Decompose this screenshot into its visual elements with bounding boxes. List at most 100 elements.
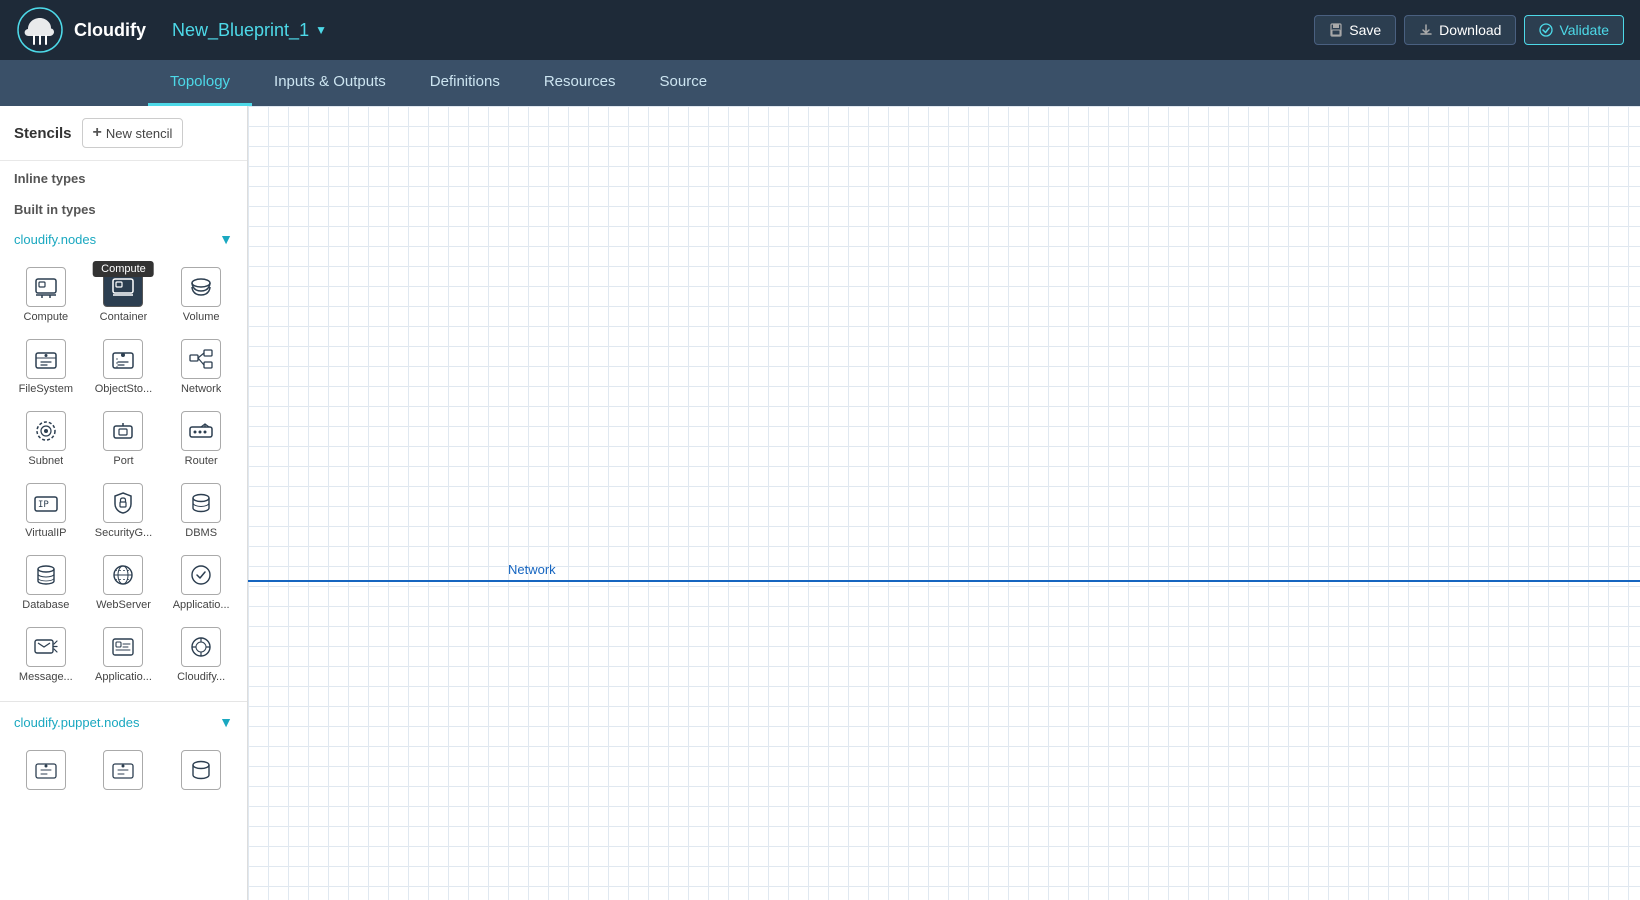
- stencil-objectstorage[interactable]: ObjectSto...: [86, 331, 162, 401]
- logo-area: Cloudify: [16, 6, 156, 54]
- sidebar-divider: [0, 701, 247, 702]
- new-stencil-label: New stencil: [106, 126, 172, 141]
- database-label: Database: [22, 599, 69, 611]
- validate-button[interactable]: Validate: [1524, 15, 1624, 45]
- stencil-puppet-1[interactable]: [8, 742, 84, 800]
- stencil-container[interactable]: Compute Container: [86, 259, 162, 329]
- network-label: Network: [181, 383, 221, 395]
- virtualip-icon: IP: [26, 483, 66, 523]
- subnet-icon: [26, 411, 66, 451]
- application-icon: [181, 555, 221, 595]
- webserver-label: WebServer: [96, 599, 151, 611]
- dbms-label: DBMS: [185, 527, 217, 539]
- canvas-area[interactable]: Network: [248, 106, 1640, 900]
- application-label: Applicatio...: [173, 599, 230, 611]
- router-label: Router: [185, 455, 218, 467]
- stencil-filesystem[interactable]: FileSystem: [8, 331, 84, 401]
- category-cloudify-nodes[interactable]: cloudify.nodes ▼: [0, 223, 247, 255]
- stencil-application2[interactable]: Applicatio...: [86, 619, 162, 689]
- port-label: Port: [113, 455, 133, 467]
- stencil-virtualip[interactable]: IP VirtualIP: [8, 475, 84, 545]
- stencil-port[interactable]: Port: [86, 403, 162, 473]
- stencil-application[interactable]: Applicatio...: [163, 547, 239, 617]
- container-icon: [103, 267, 143, 307]
- stencil-subnet[interactable]: Subnet: [8, 403, 84, 473]
- objectstorage-label: ObjectSto...: [95, 383, 152, 395]
- download-label: Download: [1439, 22, 1501, 38]
- puppet-1-icon: [26, 750, 66, 790]
- stencil-network[interactable]: Network: [163, 331, 239, 401]
- message-icon: [26, 627, 66, 667]
- built-in-types-label: Built in types: [0, 192, 247, 223]
- filesystem-icon: [26, 339, 66, 379]
- subnet-label: Subnet: [28, 455, 63, 467]
- category-cloudify-nodes-chevron: ▼: [219, 231, 233, 247]
- application2-label: Applicatio...: [95, 671, 152, 683]
- category-cloudify-puppet-nodes[interactable]: cloudify.puppet.nodes ▼: [0, 706, 247, 738]
- stencils-title: Stencils: [14, 125, 72, 142]
- puppet-3-icon: [181, 750, 221, 790]
- cloudify-logo-icon: [16, 6, 64, 54]
- svg-text:IP: IP: [38, 500, 49, 510]
- objectstorage-icon: [103, 339, 143, 379]
- dbms-icon: [181, 483, 221, 523]
- compute-icon: [26, 267, 66, 307]
- application2-icon: [103, 627, 143, 667]
- header: Cloudify New_Blueprint_1 ▼ Save Download…: [0, 0, 1640, 60]
- message-label: Message...: [19, 671, 73, 683]
- tab-resources[interactable]: Resources: [522, 60, 638, 106]
- tab-topology[interactable]: Topology: [148, 60, 252, 106]
- download-icon: [1419, 23, 1433, 37]
- webserver-icon: [103, 555, 143, 595]
- category-puppet-nodes-name: cloudify.puppet.nodes: [14, 715, 140, 730]
- category-puppet-chevron: ▼: [219, 714, 233, 730]
- tab-inputs-outputs[interactable]: Inputs & Outputs: [252, 60, 408, 106]
- canvas-grid: Network: [248, 106, 1640, 900]
- canvas-network-label: Network: [508, 562, 556, 577]
- stencil-volume[interactable]: Volume: [163, 259, 239, 329]
- stencil-webserver[interactable]: WebServer: [86, 547, 162, 617]
- stencil-securitygroup[interactable]: SecurityG...: [86, 475, 162, 545]
- stencil-compute[interactable]: Compute: [8, 259, 84, 329]
- securitygroup-label: SecurityG...: [95, 527, 152, 539]
- stencil-message[interactable]: Message...: [8, 619, 84, 689]
- stencil-cloudify[interactable]: Cloudify...: [163, 619, 239, 689]
- tab-source[interactable]: Source: [638, 60, 730, 106]
- inline-types-label: Inline types: [0, 161, 247, 192]
- securitygroup-icon: [103, 483, 143, 523]
- volume-label: Volume: [183, 311, 220, 323]
- main-layout: Stencils + New stencil Inline types Buil…: [0, 106, 1640, 900]
- blueprint-title[interactable]: New_Blueprint_1 ▼: [172, 20, 1298, 41]
- nav-tabs: Topology Inputs & Outputs Definitions Re…: [0, 60, 1640, 106]
- volume-icon: [181, 267, 221, 307]
- stencil-puppet-2[interactable]: [86, 742, 162, 800]
- cloudify-icon: [181, 627, 221, 667]
- stencil-grid-cloudify-nodes: Compute Compute Container Volume: [0, 255, 247, 697]
- header-actions: Save Download Validate: [1314, 15, 1624, 45]
- filesystem-label: FileSystem: [19, 383, 73, 395]
- canvas-network-node[interactable]: Network: [508, 562, 556, 577]
- plus-icon: +: [93, 124, 102, 142]
- stencil-puppet-3[interactable]: [163, 742, 239, 800]
- port-icon: [103, 411, 143, 451]
- stencil-dbms[interactable]: DBMS: [163, 475, 239, 545]
- save-button[interactable]: Save: [1314, 15, 1396, 45]
- container-label: Container: [100, 311, 148, 323]
- tab-definitions[interactable]: Definitions: [408, 60, 522, 106]
- database-icon: [26, 555, 66, 595]
- save-label: Save: [1349, 22, 1381, 38]
- compute-label: Compute: [24, 311, 69, 323]
- download-button[interactable]: Download: [1404, 15, 1516, 45]
- blueprint-dropdown-icon[interactable]: ▼: [315, 23, 327, 37]
- sidebar-header: Stencils + New stencil: [0, 106, 247, 161]
- cloudify-label: Cloudify...: [177, 671, 225, 683]
- stencil-grid-puppet-nodes: [0, 738, 247, 808]
- blueprint-title-text: New_Blueprint_1: [172, 20, 309, 41]
- stencil-router[interactable]: Router: [163, 403, 239, 473]
- virtualip-label: VirtualIP: [25, 527, 66, 539]
- save-icon: [1329, 23, 1343, 37]
- category-cloudify-nodes-name: cloudify.nodes: [14, 232, 96, 247]
- stencil-database[interactable]: Database: [8, 547, 84, 617]
- new-stencil-button[interactable]: + New stencil: [82, 118, 184, 148]
- validate-label: Validate: [1559, 22, 1609, 38]
